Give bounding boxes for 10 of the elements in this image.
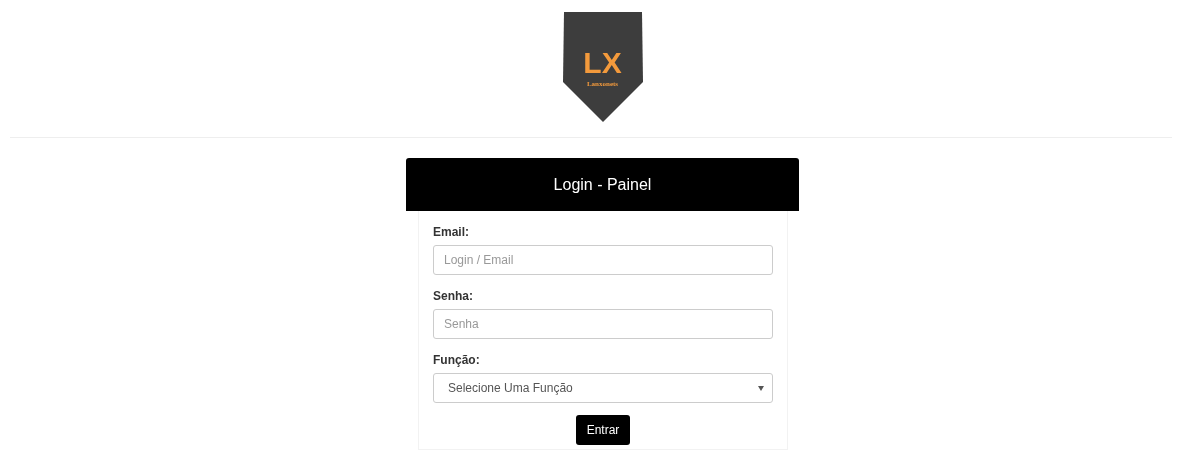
panel-title: Login - Painel xyxy=(553,175,652,194)
field-label: Função: xyxy=(433,353,481,367)
select-field[interactable]: Selecione Uma Função xyxy=(433,373,773,403)
field-label: Email: xyxy=(433,225,470,239)
input-field[interactable]: Login / Email xyxy=(433,245,773,275)
field-label: Senha: xyxy=(433,289,474,303)
caret-icon xyxy=(758,385,764,391)
input-field[interactable]: Senha xyxy=(433,309,773,339)
logo-monogram: LX xyxy=(582,48,623,78)
submit-button[interactable]: Entrar xyxy=(575,415,631,445)
